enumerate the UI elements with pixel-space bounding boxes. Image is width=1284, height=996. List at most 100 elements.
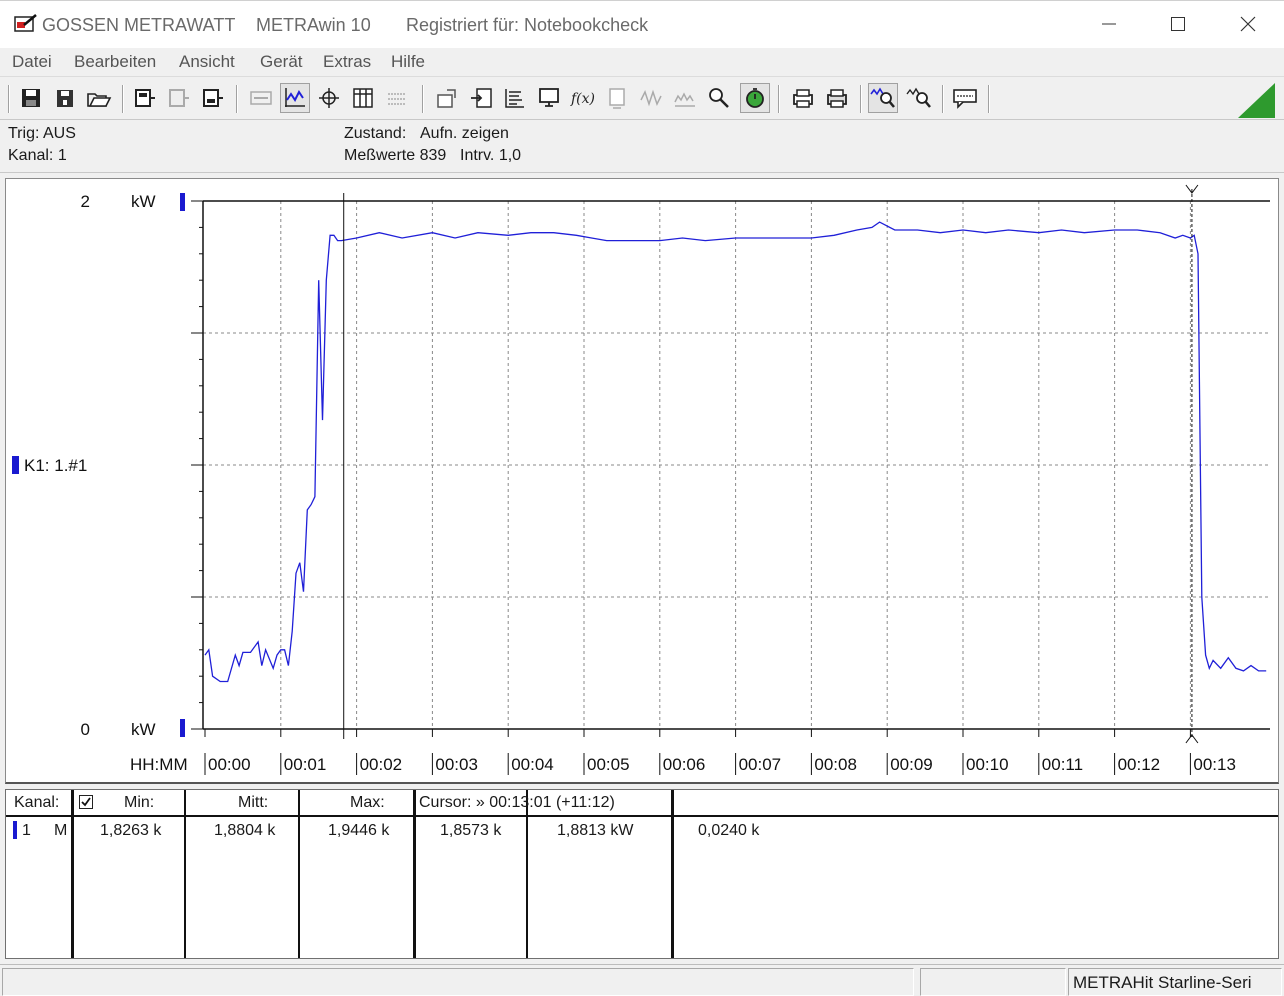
table-divider bbox=[413, 790, 416, 958]
statistics-button[interactable] bbox=[500, 83, 530, 113]
device-name: METRAHit Starline-Seri bbox=[1073, 973, 1252, 992]
power-chart[interactable]: 2 kW 0 kW K1: 1.#1 HH:MM 00:00 00:01 00:02 00:03 0… bbox=[6, 179, 1278, 782]
x-tick-label: 00:01 bbox=[284, 755, 327, 774]
maximize-button[interactable] bbox=[1143, 1, 1213, 47]
status-bar: METRAHit Starline-Seri bbox=[0, 964, 1284, 996]
statusbar-panel-main bbox=[2, 968, 914, 996]
menu-geraet[interactable]: Gerät bbox=[260, 52, 303, 72]
device-read-icon bbox=[135, 89, 155, 107]
x-tick-label: 00:05 bbox=[587, 755, 630, 774]
list-view-button[interactable] bbox=[382, 83, 412, 113]
minimize-button[interactable] bbox=[1074, 1, 1144, 47]
folder-open-icon bbox=[87, 93, 112, 107]
row-mitt-value: 1,8804 k bbox=[214, 822, 276, 839]
computer-button[interactable] bbox=[534, 83, 564, 113]
computer-icon bbox=[539, 88, 559, 107]
header-kanal: Kanal: bbox=[14, 794, 60, 811]
zoom-in-icon bbox=[870, 87, 895, 108]
zoom-out-icon bbox=[906, 87, 931, 108]
statusbar-panel-mid bbox=[920, 968, 1066, 996]
channel-status: Kanal: 1 bbox=[8, 147, 67, 164]
row-channel-mode: M bbox=[54, 822, 68, 839]
channel-marker bbox=[12, 456, 19, 474]
menu-bearbeiten[interactable]: Bearbeiten bbox=[74, 52, 156, 72]
search-device-icon bbox=[709, 88, 729, 108]
device-stop-button[interactable] bbox=[198, 83, 228, 113]
header-mitt: Mitt: bbox=[238, 794, 269, 811]
zoom-in-button[interactable] bbox=[868, 83, 898, 113]
device-stop-icon bbox=[203, 89, 223, 107]
menu-ansicht[interactable]: Ansicht bbox=[179, 52, 235, 72]
numeric-view-button[interactable] bbox=[246, 83, 276, 113]
spectrum-button[interactable] bbox=[670, 83, 700, 113]
save-as-button[interactable] bbox=[50, 83, 80, 113]
x-tick-label: 00:09 bbox=[890, 755, 933, 774]
chart-cursors bbox=[343, 184, 1199, 744]
import-button[interactable] bbox=[466, 83, 496, 113]
print-button[interactable] bbox=[822, 83, 852, 113]
xy-diagram-button[interactable] bbox=[314, 83, 344, 113]
svg-text:f(x): f(x) bbox=[570, 91, 595, 107]
y-tick-label-bottom: 0 bbox=[81, 720, 90, 739]
row-cursor1-value: 1,8573 k bbox=[440, 822, 502, 839]
print-preview-button[interactable] bbox=[788, 83, 818, 113]
formula-icon: f(x) bbox=[570, 91, 595, 107]
state-label: Zustand: bbox=[344, 125, 407, 142]
state-value: Aufn. zeigen bbox=[420, 125, 509, 142]
import-icon bbox=[471, 88, 492, 108]
export-button[interactable] bbox=[432, 83, 462, 113]
table-view-button[interactable] bbox=[348, 83, 378, 113]
x-tick-label: 00:06 bbox=[663, 755, 706, 774]
device-start-button[interactable] bbox=[164, 83, 194, 113]
device-read-button[interactable] bbox=[130, 83, 160, 113]
activity-indicator-icon bbox=[1238, 83, 1275, 118]
save-button[interactable] bbox=[16, 83, 46, 113]
row-min-value: 1,8263 k bbox=[100, 822, 162, 839]
save-as-icon bbox=[57, 90, 73, 107]
title-company: GOSSEN METRAWATT bbox=[42, 15, 236, 35]
table-icon bbox=[353, 88, 373, 108]
statistics-icon bbox=[505, 89, 524, 108]
table-divider bbox=[671, 790, 674, 958]
formula-button[interactable]: f(x) bbox=[568, 83, 598, 113]
checkbox-checked-icon[interactable] bbox=[79, 795, 93, 809]
chart-panel[interactable]: 2 kW 0 kW K1: 1.#1 HH:MM 00:00 00:01 00:02 00:03 0… bbox=[5, 178, 1279, 784]
menu-datei[interactable]: Datei bbox=[12, 52, 52, 72]
y-tick-label-top: 2 bbox=[81, 192, 90, 211]
header-cursor: Cursor: » 00:13:01 (+11:12) bbox=[419, 794, 615, 811]
chart-axes bbox=[191, 200, 1270, 737]
list-icon bbox=[388, 93, 406, 105]
yt-diagram-button[interactable] bbox=[280, 83, 310, 113]
header-min: Min: bbox=[124, 794, 155, 811]
open-button[interactable] bbox=[84, 83, 114, 113]
timer-button[interactable] bbox=[740, 83, 770, 113]
print-preview-icon bbox=[793, 89, 813, 108]
table-divider bbox=[71, 790, 74, 958]
x-tick-label: 00:07 bbox=[739, 755, 782, 774]
waveform-button[interactable] bbox=[636, 83, 666, 113]
table-divider bbox=[526, 790, 528, 958]
table-header-divider bbox=[6, 815, 1278, 817]
menu-hilfe[interactable]: Hilfe bbox=[391, 52, 425, 72]
row-cursor2-value: 1,8813 kW bbox=[557, 822, 634, 839]
x-tick-label: 00:12 bbox=[1118, 755, 1161, 774]
device-settings-button[interactable] bbox=[602, 83, 632, 113]
search-device-button[interactable] bbox=[704, 83, 734, 113]
close-button[interactable] bbox=[1213, 1, 1283, 47]
yt-diagram-icon bbox=[285, 88, 305, 107]
header-max: Max: bbox=[350, 794, 385, 811]
zoom-out-button[interactable] bbox=[904, 83, 934, 113]
x-tick-label: 00:03 bbox=[435, 755, 478, 774]
y-scale-marker-top bbox=[180, 193, 185, 211]
save-icon bbox=[22, 89, 40, 107]
comment-icon bbox=[953, 89, 977, 109]
comment-button[interactable] bbox=[950, 83, 980, 113]
menu-extras[interactable]: Extras bbox=[323, 52, 371, 72]
title-bar: GOSSEN METRAWATT METRAwin 10 Registriert… bbox=[0, 0, 1284, 48]
measurement-table: Kanal: Min: Mitt: Max: Cursor: » 00:13:0… bbox=[5, 789, 1279, 959]
x-tick-label: 00:00 bbox=[208, 755, 251, 774]
table-divider bbox=[298, 790, 300, 958]
x-tick-label: 00:13 bbox=[1193, 755, 1236, 774]
numeric-display-icon bbox=[250, 91, 272, 105]
xy-diagram-icon bbox=[319, 88, 339, 108]
